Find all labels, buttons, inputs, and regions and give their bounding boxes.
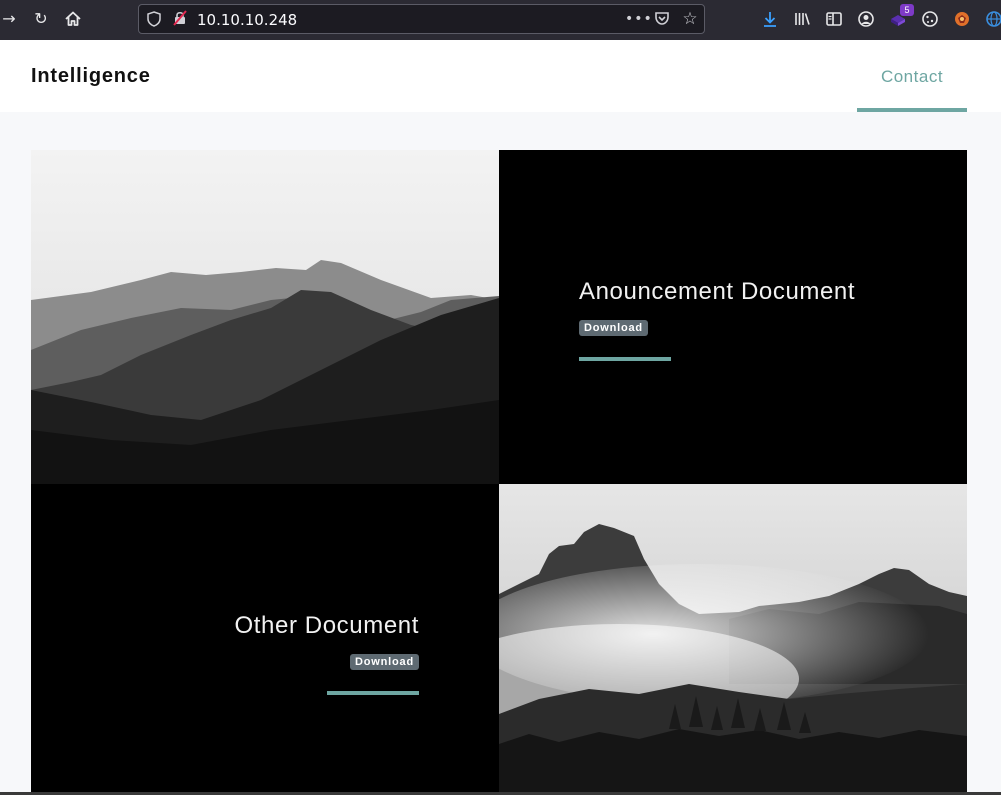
cookie-icon[interactable] (919, 8, 941, 30)
download-icon[interactable] (759, 8, 781, 30)
mountain-ridges-image (31, 150, 499, 484)
browser-toolbar: → ↻ 10.10.10.248 ••• ☆ 5 (0, 0, 1001, 40)
globe-icon[interactable] (983, 8, 1001, 30)
announcement-accent-bar (579, 357, 671, 361)
other-accent-bar (327, 691, 419, 695)
nav-contact-link[interactable]: Contact (857, 40, 967, 112)
reload-icon[interactable]: ↻ (30, 8, 52, 30)
home-icon[interactable] (62, 8, 84, 30)
nav-contact-label: Contact (880, 67, 944, 86)
library-icon[interactable] (791, 8, 813, 30)
sidebar-icon[interactable] (823, 8, 845, 30)
more-icon[interactable]: ••• (625, 10, 652, 28)
url-text[interactable]: 10.10.10.248 (197, 11, 297, 29)
announcement-download-button[interactable]: Download (579, 320, 648, 336)
other-download-button[interactable]: Download (350, 654, 419, 670)
site-header: Intelligence Contact (0, 40, 1001, 112)
insecure-lock-icon[interactable] (171, 10, 189, 28)
site-brand[interactable]: Intelligence (31, 65, 151, 88)
announcement-document-card: Anouncement Document Download (499, 150, 967, 484)
forward-icon[interactable]: → (0, 8, 20, 30)
pocket-icon[interactable] (653, 10, 671, 28)
address-bar[interactable]: 10.10.10.248 ••• ☆ (138, 4, 705, 34)
extension-badge-count: 5 (900, 4, 914, 16)
announcement-document-title: Anouncement Document (579, 278, 856, 305)
shield-icon[interactable] (145, 10, 163, 28)
other-document-title: Other Document (234, 612, 419, 639)
fox-icon[interactable] (951, 8, 973, 30)
misty-peaks-image (499, 484, 967, 795)
other-document-card: Other Document Download (31, 484, 499, 795)
account-icon[interactable] (855, 8, 877, 30)
nav-active-underline (857, 108, 967, 112)
bookmark-star-icon[interactable]: ☆ (681, 10, 699, 28)
